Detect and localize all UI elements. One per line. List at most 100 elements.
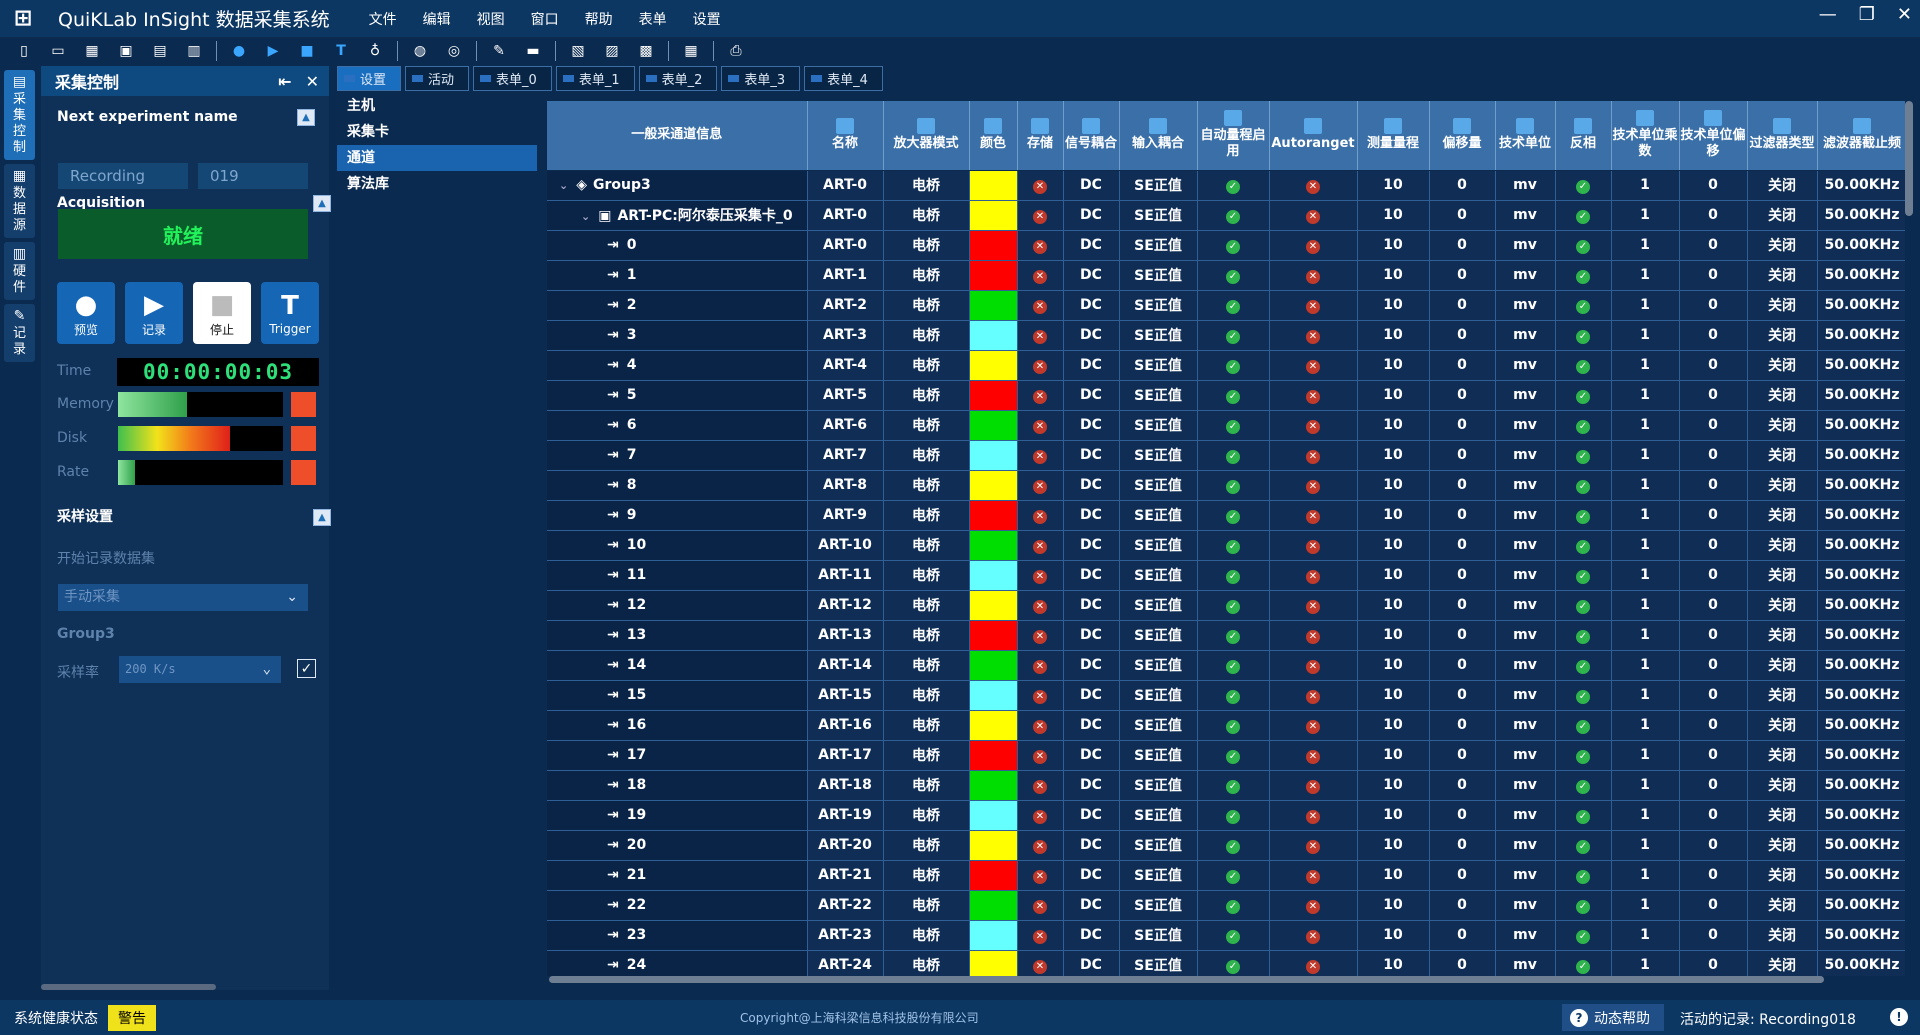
storage-x-icon-cell[interactable]: ✕ <box>1017 680 1064 711</box>
signal-coupling-cell[interactable]: DC <box>1063 740 1120 771</box>
col-color[interactable]: 颜色 <box>969 101 1018 171</box>
cutoff-cell[interactable]: 50.00KHz <box>1817 380 1905 411</box>
amp-mode-cell[interactable]: 电桥 <box>883 650 970 681</box>
filter-type-cell[interactable]: 关闭 <box>1747 620 1818 651</box>
unit-multiplier-cell[interactable]: 1 <box>1611 470 1680 501</box>
autorange-check-icon-cell[interactable]: ✓ <box>1197 650 1270 681</box>
unit-cell[interactable]: mv <box>1495 620 1556 651</box>
panel-scrollbar[interactable] <box>41 984 216 990</box>
range-cell[interactable]: 10 <box>1357 620 1430 651</box>
cutoff-cell[interactable]: 50.00KHz <box>1817 950 1905 976</box>
signal-coupling-cell[interactable]: DC <box>1063 770 1120 801</box>
name-cell[interactable]: ART-24 <box>807 950 884 976</box>
offset-cell[interactable]: 0 <box>1429 950 1496 976</box>
signal-coupling-cell[interactable]: DC <box>1063 560 1120 591</box>
amp-mode-cell[interactable]: 电桥 <box>883 680 970 711</box>
invert-check-icon-cell[interactable]: ✓ <box>1555 890 1612 921</box>
rail-tab-data-source[interactable]: ▦ 数 据 源 <box>4 164 35 238</box>
tree-cell[interactable]: ⇥ 12 <box>547 590 808 621</box>
color-cell[interactable] <box>969 710 1018 741</box>
cutoff-cell[interactable]: 50.00KHz <box>1817 890 1905 921</box>
signal-coupling-cell[interactable]: DC <box>1063 440 1120 471</box>
table-row[interactable]: ⇥ 1 ART-1 电桥 ✕ DC SE正值 ✓ ✕ 10 0 mv ✓ 1 0 关闭 50.00KHz <box>547 260 1905 291</box>
range-cell[interactable]: 10 <box>1357 950 1430 976</box>
experiment-number-input[interactable]: 019 <box>198 163 308 189</box>
name-cell[interactable]: ART-5 <box>807 380 884 411</box>
color-cell[interactable] <box>969 500 1018 531</box>
offset-cell[interactable]: 0 <box>1429 500 1496 531</box>
unit-multiplier-cell[interactable]: 1 <box>1611 500 1680 531</box>
input-coupling-cell[interactable]: SE正值 <box>1119 440 1198 471</box>
unit-multiplier-cell[interactable]: 1 <box>1611 380 1680 411</box>
storage-x-icon-cell[interactable]: ✕ <box>1017 440 1064 471</box>
tree-cell[interactable]: ⇥ 17 <box>547 740 808 771</box>
unit-cell[interactable]: mv <box>1495 770 1556 801</box>
invert-check-icon-cell[interactable]: ✓ <box>1555 320 1612 351</box>
unit-multiplier-cell[interactable]: 1 <box>1611 350 1680 381</box>
table-row[interactable]: ⇥ 18 ART-18 电桥 ✕ DC SE正值 ✓ ✕ 10 0 mv ✓ 1 0 关闭 50.00KHz <box>547 770 1905 801</box>
autoranget-x-icon-cell[interactable]: ✕ <box>1269 470 1358 501</box>
menu-form[interactable]: 表单 <box>639 9 667 29</box>
table-row[interactable]: ⇥ 9 ART-9 电桥 ✕ DC SE正值 ✓ ✕ 10 0 mv ✓ 1 0 关闭 50.00KHz <box>547 500 1905 531</box>
storage-x-icon-cell[interactable]: ✕ <box>1017 740 1064 771</box>
close-icon[interactable]: ✕ <box>1897 4 1912 25</box>
offset-cell[interactable]: 0 <box>1429 440 1496 471</box>
signal-coupling-cell[interactable]: DC <box>1063 950 1120 976</box>
filter-type-cell[interactable]: 关闭 <box>1747 860 1818 891</box>
name-cell[interactable]: ART-9 <box>807 500 884 531</box>
col-general-info[interactable]: 一般采通道信息 <box>547 101 808 171</box>
signal-coupling-cell[interactable]: DC <box>1063 800 1120 831</box>
input-coupling-cell[interactable]: SE正值 <box>1119 740 1198 771</box>
range-cell[interactable]: 10 <box>1357 650 1430 681</box>
invert-check-icon-cell[interactable]: ✓ <box>1555 290 1612 321</box>
color-cell[interactable] <box>969 290 1018 321</box>
unit-cell[interactable]: mv <box>1495 500 1556 531</box>
printer-icon[interactable]: ⎙ <box>724 40 748 62</box>
tab-form-3[interactable]: 表单_3 <box>721 66 801 91</box>
unit-cell[interactable]: mv <box>1495 320 1556 351</box>
minimize-icon[interactable]: — <box>1819 4 1837 25</box>
cutoff-cell[interactable]: 50.00KHz <box>1817 530 1905 561</box>
unit-offset-cell[interactable]: 0 <box>1679 500 1748 531</box>
offset-cell[interactable]: 0 <box>1429 920 1496 951</box>
range-cell[interactable]: 10 <box>1357 500 1430 531</box>
range-cell[interactable]: 10 <box>1357 710 1430 741</box>
range-cell[interactable]: 10 <box>1357 860 1430 891</box>
signal-coupling-cell[interactable]: DC <box>1063 350 1120 381</box>
range-cell[interactable]: 10 <box>1357 890 1430 921</box>
range-cell[interactable]: 10 <box>1357 260 1430 291</box>
range-cell[interactable]: 10 <box>1357 530 1430 561</box>
offset-cell[interactable]: 0 <box>1429 590 1496 621</box>
menu-view[interactable]: 视图 <box>477 9 505 29</box>
range-cell[interactable]: 10 <box>1357 830 1430 861</box>
unit-cell[interactable]: mv <box>1495 260 1556 291</box>
save-icon[interactable]: ▤ <box>148 40 172 62</box>
preview-button[interactable]: ● 预览 <box>57 282 115 344</box>
storage-x-icon-cell[interactable]: ✕ <box>1017 560 1064 591</box>
tree-cell[interactable]: ⇥ 21 <box>547 860 808 891</box>
offset-cell[interactable]: 0 <box>1429 200 1496 231</box>
unit-cell[interactable]: mv <box>1495 680 1556 711</box>
input-coupling-cell[interactable]: SE正值 <box>1119 560 1198 591</box>
unit-multiplier-cell[interactable]: 1 <box>1611 440 1680 471</box>
autorange-check-icon-cell[interactable]: ✓ <box>1197 560 1270 591</box>
offset-cell[interactable]: 0 <box>1429 530 1496 561</box>
storage-x-icon-cell[interactable]: ✕ <box>1017 410 1064 441</box>
col-cutoff[interactable]: 滤波器截止频 <box>1817 101 1905 171</box>
range-cell[interactable]: 10 <box>1357 170 1430 201</box>
cutoff-cell[interactable]: 50.00KHz <box>1817 830 1905 861</box>
invert-check-icon-cell[interactable]: ✓ <box>1555 440 1612 471</box>
unit-offset-cell[interactable]: 0 <box>1679 590 1748 621</box>
unit-offset-cell[interactable]: 0 <box>1679 230 1748 261</box>
unit-cell[interactable]: mv <box>1495 590 1556 621</box>
invert-check-icon-cell[interactable]: ✓ <box>1555 230 1612 261</box>
color-cell[interactable] <box>969 650 1018 681</box>
name-cell[interactable]: ART-15 <box>807 680 884 711</box>
unit-offset-cell[interactable]: 0 <box>1679 260 1748 291</box>
unit-offset-cell[interactable]: 0 <box>1679 860 1748 891</box>
range-cell[interactable]: 10 <box>1357 770 1430 801</box>
range-cell[interactable]: 10 <box>1357 380 1430 411</box>
filter-type-cell[interactable]: 关闭 <box>1747 590 1818 621</box>
filter-type-cell[interactable]: 关闭 <box>1747 710 1818 741</box>
unit-multiplier-cell[interactable]: 1 <box>1611 590 1680 621</box>
